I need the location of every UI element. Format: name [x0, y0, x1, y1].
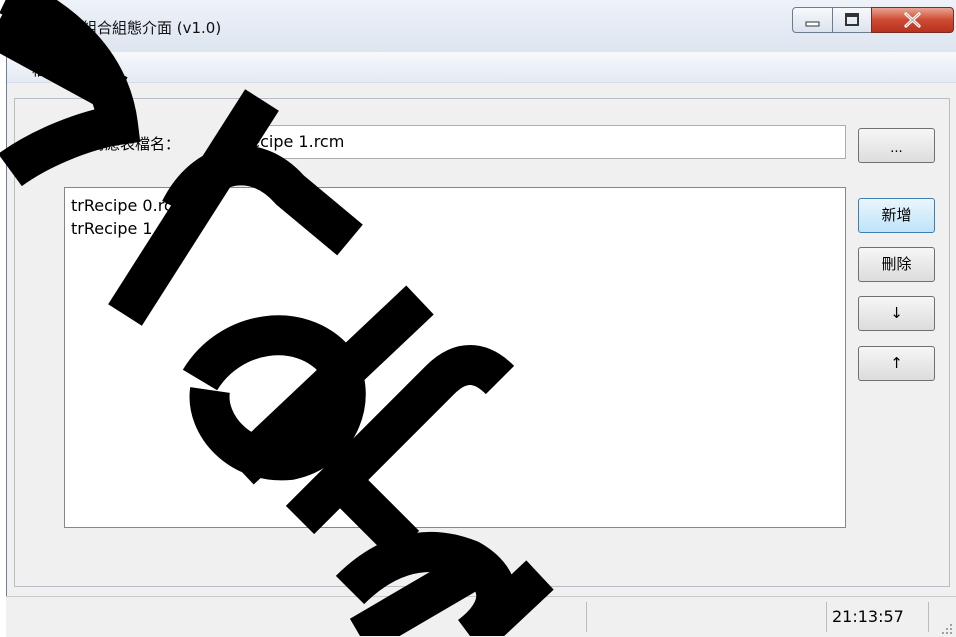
- recipe-list[interactable]: trRecipe 0.rcm trRecipe 1.rcm: [64, 187, 846, 528]
- browse-button[interactable]: ...: [858, 128, 935, 163]
- resize-grip-icon[interactable]: [941, 623, 953, 635]
- status-panel: [6, 602, 587, 632]
- status-panel: [586, 602, 827, 632]
- move-down-button[interactable]: ↓: [858, 296, 935, 331]
- delete-button[interactable]: 刪除: [858, 247, 935, 282]
- status-time: 21:13:57: [832, 607, 904, 626]
- caption-buttons: [792, 7, 956, 34]
- minimize-button[interactable]: [792, 7, 833, 33]
- menu-file[interactable]: 檔案(F): [32, 59, 82, 80]
- minimize-icon: [805, 21, 820, 27]
- move-up-button[interactable]: ↑: [858, 346, 935, 381]
- status-bar: 21:13:57: [6, 596, 956, 637]
- close-button[interactable]: [871, 7, 954, 33]
- close-icon: [904, 12, 921, 28]
- maximize-icon: [845, 13, 859, 26]
- notepad-pencil-icon: [19, 18, 41, 38]
- list-item[interactable]: trRecipe 1.rcm: [71, 217, 845, 240]
- filename-label: 配方對應表檔名：: [60, 135, 181, 153]
- menu-bar: 檔案(F): [7, 52, 956, 83]
- title-bar[interactable]: 配方組合組態介面 (v1.0): [7, 0, 956, 52]
- list-item[interactable]: trRecipe 0.rcm: [71, 194, 845, 217]
- filename-field[interactable]: trRecipe 1.rcm: [222, 125, 846, 159]
- maximize-button[interactable]: [832, 7, 872, 33]
- add-button[interactable]: 新增: [858, 198, 935, 233]
- window-title: 配方組合組態介面 (v1.0): [52, 19, 222, 37]
